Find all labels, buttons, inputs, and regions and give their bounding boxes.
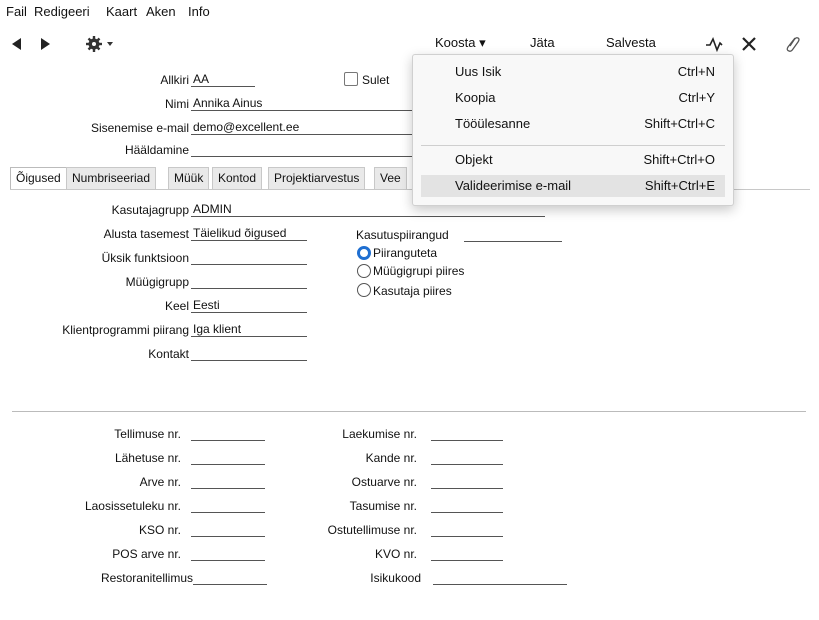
kontakt-field[interactable] xyxy=(191,346,307,361)
menu-item-label: Uus Isik xyxy=(455,64,502,79)
number-field[interactable] xyxy=(431,522,503,537)
nimi-label: Nimi xyxy=(165,97,189,111)
suletud-label: Sulet xyxy=(362,73,390,87)
menu-redigeeri[interactable]: Redigeeri xyxy=(34,4,90,19)
menu-item-shortcut: Shift+Ctrl+E xyxy=(644,178,715,193)
number-label: Kande nr. xyxy=(365,451,417,465)
menu-item-shortcut: Shift+Ctrl+C xyxy=(644,116,715,131)
kontakt-label: Kontakt xyxy=(148,347,189,361)
tab-muuk[interactable]: Müük xyxy=(168,167,210,189)
gear-icon[interactable] xyxy=(86,35,116,53)
kasutajagrupp-label: Kasutajagrupp xyxy=(111,203,189,217)
number-field[interactable] xyxy=(431,474,503,489)
menu-item-shortcut: Ctrl+N xyxy=(677,64,715,79)
number-field[interactable] xyxy=(191,450,265,465)
koosta-button[interactable]: Koosta ▾ xyxy=(435,35,486,51)
muugigrupp-field[interactable] xyxy=(191,274,307,289)
radio-muugigrupi-label: Müügigrupi piires xyxy=(373,264,465,278)
back-arrow-icon[interactable] xyxy=(12,38,22,50)
number-field[interactable] xyxy=(191,498,265,513)
menu-item-label: Koopia xyxy=(455,90,496,105)
menu-item-shortcut: Ctrl+Y xyxy=(678,90,715,105)
allkiri-field[interactable]: AA xyxy=(191,72,255,87)
menu-item-label: Objekt xyxy=(455,152,493,167)
koosta-dropdown-menu: Uus Isik Ctrl+N Koopia Ctrl+Y Tööülesann… xyxy=(412,54,734,206)
klient-label: Klientprogrammi piirang xyxy=(62,323,189,337)
number-label: Ostuarve nr. xyxy=(351,475,417,489)
tab-vee[interactable]: Vee xyxy=(374,167,407,189)
salvesta-button[interactable]: Salvesta xyxy=(606,35,656,50)
email-label: Sisenemise e-mail xyxy=(90,121,189,135)
number-label: Laekumise nr. xyxy=(342,427,417,441)
radio-kasutaja-label: Kasutaja piires xyxy=(373,284,452,298)
number-field[interactable] xyxy=(431,546,503,561)
menu-item-tooulesanne[interactable]: Tööülesanne Shift+Ctrl+C xyxy=(421,113,725,135)
number-field[interactable] xyxy=(431,450,503,465)
menu-bar: Fail Redigeeri Kaart Aken Info xyxy=(0,0,819,24)
number-label: Arve nr. xyxy=(139,475,181,489)
menu-item-valideerimise-email[interactable]: Valideerimise e-mail Shift+Ctrl+E xyxy=(421,175,725,197)
number-field[interactable] xyxy=(191,426,265,441)
menu-info[interactable]: Info xyxy=(188,4,210,19)
allkiri-label: Allkiri xyxy=(160,73,189,87)
menu-item-koopia[interactable]: Koopia Ctrl+Y xyxy=(421,87,725,109)
alusta-label: Alusta tasemest xyxy=(103,227,189,241)
piirangud-field[interactable] xyxy=(464,227,562,242)
uksik-field[interactable] xyxy=(191,250,307,265)
tab-numbriseeriad[interactable]: Numbriseeriad xyxy=(66,167,157,189)
klient-field[interactable]: Iga klient xyxy=(191,322,307,337)
number-field[interactable] xyxy=(193,570,267,585)
menu-item-uus-isik[interactable]: Uus Isik Ctrl+N xyxy=(421,61,725,83)
number-field[interactable] xyxy=(433,570,567,585)
number-field[interactable] xyxy=(191,522,265,537)
menu-aken[interactable]: Aken xyxy=(146,4,176,19)
radio-piiranguteta[interactable] xyxy=(357,246,371,260)
number-label: Ostutellimuse nr. xyxy=(327,523,417,537)
number-label: Restoranitellimus xyxy=(100,571,193,585)
menu-item-label: Tööülesanne xyxy=(455,116,531,131)
number-label: Lähetuse nr. xyxy=(114,451,181,465)
suletud-checkbox[interactable] xyxy=(344,72,358,86)
number-field[interactable] xyxy=(431,426,503,441)
menu-kaart[interactable]: Kaart xyxy=(106,4,137,19)
keel-label: Keel xyxy=(164,299,189,313)
radio-muugigrupi[interactable] xyxy=(357,264,371,278)
section-divider xyxy=(12,411,806,412)
number-label: Tellimuse nr. xyxy=(114,427,181,441)
radio-piiranguteta-label: Piiranguteta xyxy=(373,246,438,260)
number-label: POS arve nr. xyxy=(112,547,181,561)
piirangud-label: Kasutuspiirangud xyxy=(356,228,449,242)
number-field[interactable] xyxy=(431,498,503,513)
alusta-field[interactable]: Täielikud õigused xyxy=(191,226,307,241)
keel-field[interactable]: Eesti xyxy=(191,298,307,313)
forward-arrow-icon[interactable] xyxy=(40,38,50,50)
tab-projektiarvestus[interactable]: Projektiarvestus xyxy=(268,167,366,189)
menu-fail[interactable]: Fail xyxy=(6,4,27,19)
menu-item-label: Valideerimise e-mail xyxy=(455,178,572,193)
menu-separator xyxy=(421,145,725,146)
radio-kasutaja[interactable] xyxy=(357,283,371,297)
number-label: Tasumise nr. xyxy=(349,499,417,513)
menu-item-objekt[interactable]: Objekt Shift+Ctrl+O xyxy=(421,149,725,171)
jata-button[interactable]: Jäta xyxy=(530,35,555,50)
uksik-label: Üksik funktsioon xyxy=(101,251,189,265)
number-label: KSO nr. xyxy=(138,523,181,537)
muugigrupp-label: Müügigrupp xyxy=(125,275,189,289)
number-field[interactable] xyxy=(191,546,265,561)
number-field[interactable] xyxy=(191,474,265,489)
tab-oigused[interactable]: Õigused xyxy=(10,167,67,189)
number-label: Laosissetuleku nr. xyxy=(84,499,181,513)
number-label: Isikukood xyxy=(370,571,421,585)
activity-icon[interactable] xyxy=(705,36,723,52)
haaldamine-label: Hääldamine xyxy=(124,143,189,157)
paperclip-icon[interactable] xyxy=(783,34,801,54)
email-field[interactable]: demo@excellent.ee xyxy=(191,120,413,135)
number-label: KVO nr. xyxy=(374,547,417,561)
expand-icon[interactable] xyxy=(741,36,757,52)
menu-item-shortcut: Shift+Ctrl+O xyxy=(643,152,715,167)
tab-kontod[interactable]: Kontod xyxy=(212,167,263,189)
nimi-field[interactable]: Annika Ainus xyxy=(191,96,413,111)
haaldamine-field[interactable] xyxy=(191,142,413,157)
